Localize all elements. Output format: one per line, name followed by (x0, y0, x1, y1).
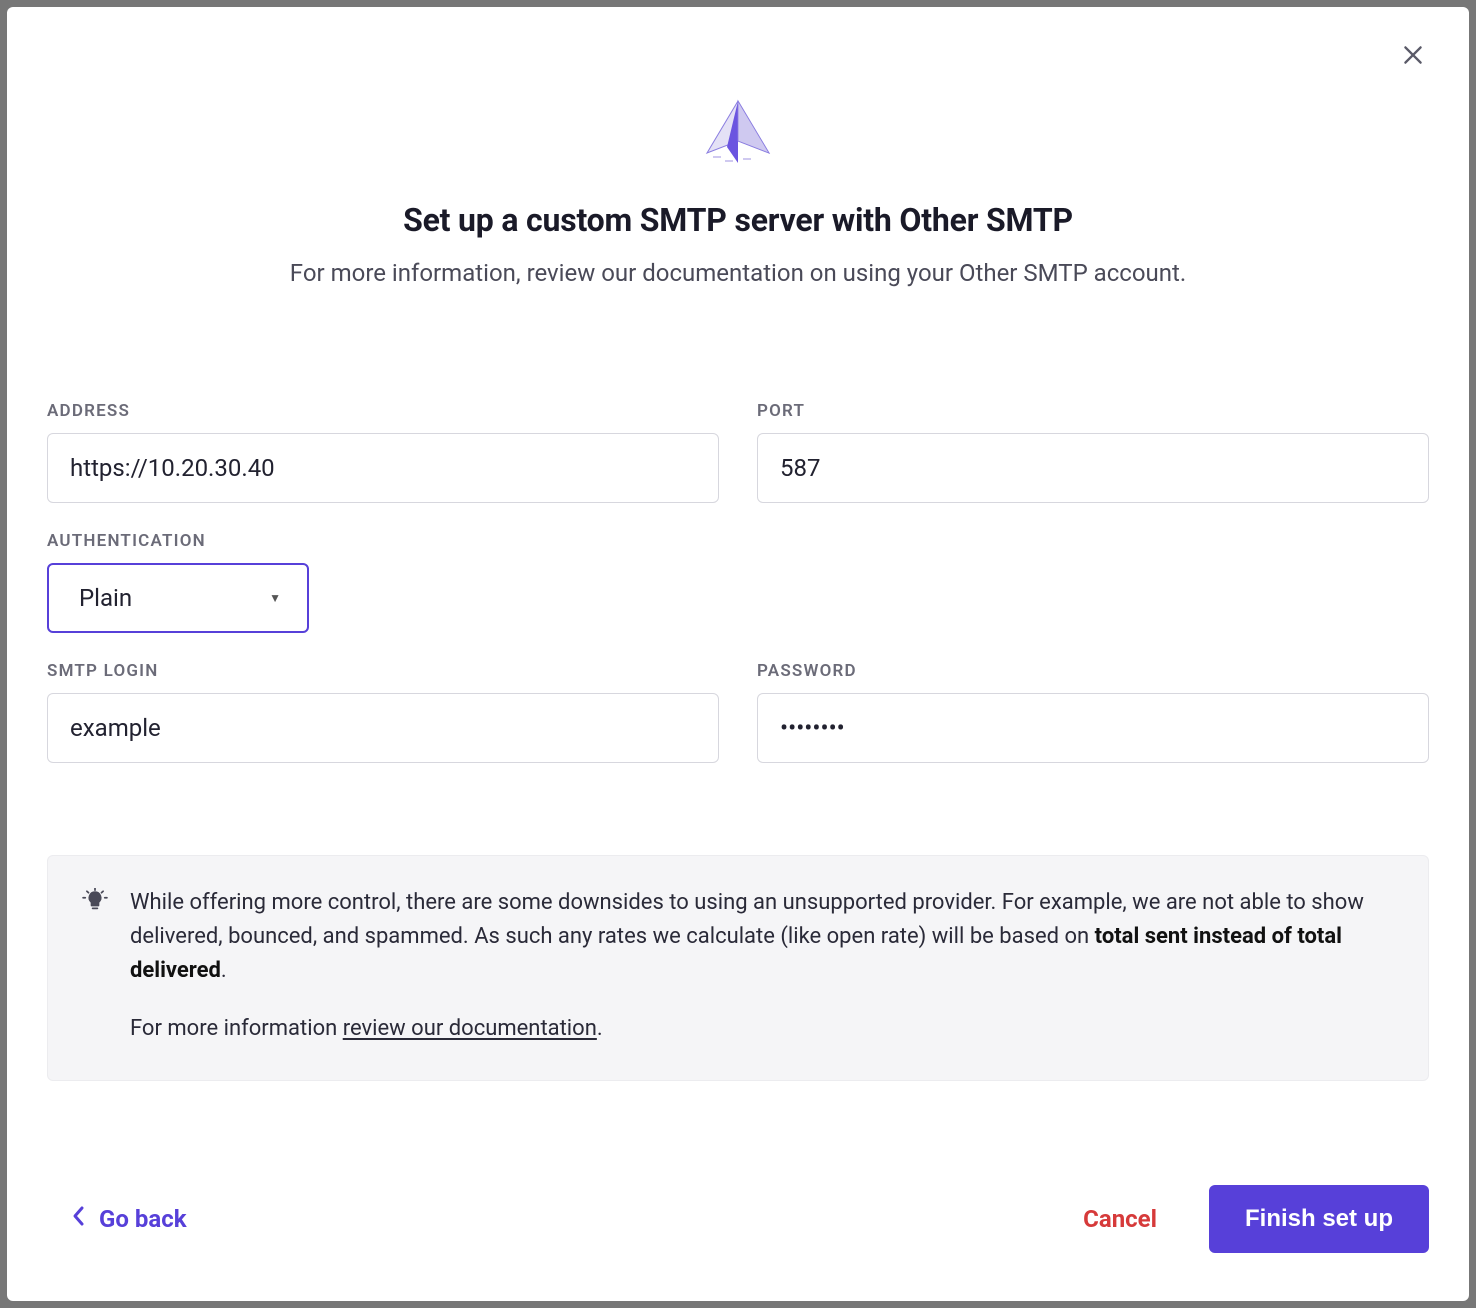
port-input[interactable] (757, 433, 1429, 503)
footer-actions: Cancel Finish set up (1067, 1185, 1429, 1253)
authentication-label: AUTHENTICATION (47, 531, 1429, 551)
lightbulb-icon (82, 888, 108, 1046)
info-callout: While offering more control, there are s… (47, 855, 1429, 1081)
form: ADDRESS PORT AUTHENTICATION Plain ▼ SMTP… (47, 401, 1429, 763)
modal-subtitle: For more information, review our documen… (47, 257, 1429, 291)
password-label: PASSWORD (757, 661, 1429, 681)
chevron-left-icon (71, 1205, 85, 1233)
cancel-label: Cancel (1083, 1205, 1157, 1233)
info-text: While offering more control, there are s… (130, 886, 1394, 1046)
go-back-button[interactable]: Go back (51, 1195, 207, 1243)
modal-content: Set up a custom SMTP server with Other S… (7, 7, 1469, 1145)
port-label: PORT (757, 401, 1429, 421)
info-paragraph-2: For more information review our document… (130, 1012, 1394, 1046)
authentication-select[interactable]: Plain (47, 563, 309, 633)
info-p1-after: . (221, 958, 227, 983)
address-label: ADDRESS (47, 401, 719, 421)
close-button[interactable] (1395, 39, 1431, 75)
close-icon (1400, 42, 1426, 72)
address-input[interactable] (47, 433, 719, 503)
go-back-label: Go back (99, 1205, 187, 1233)
address-field-group: ADDRESS (47, 401, 719, 503)
smtp-login-label: SMTP LOGIN (47, 661, 719, 681)
modal-title: Set up a custom SMTP server with Other S… (47, 201, 1429, 239)
paper-plane-icon (703, 97, 773, 167)
authentication-select-wrap: Plain ▼ (47, 563, 309, 633)
info-paragraph-1: While offering more control, there are s… (130, 886, 1394, 988)
info-p2-before: For more information (130, 1016, 343, 1041)
cancel-button[interactable]: Cancel (1067, 1193, 1173, 1245)
password-input[interactable] (757, 693, 1429, 763)
header-icon-wrap (47, 97, 1429, 167)
modal-footer: Go back Cancel Finish set up (7, 1145, 1469, 1301)
port-field-group: PORT (757, 401, 1429, 503)
finish-label: Finish set up (1245, 1205, 1393, 1232)
finish-setup-button[interactable]: Finish set up (1209, 1185, 1429, 1253)
smtp-setup-modal: Set up a custom SMTP server with Other S… (7, 7, 1469, 1301)
smtp-login-field-group: SMTP LOGIN (47, 661, 719, 763)
password-field-group: PASSWORD (757, 661, 1429, 763)
documentation-link[interactable]: review our documentation (343, 1016, 597, 1041)
info-p2-after: . (597, 1016, 603, 1041)
smtp-login-input[interactable] (47, 693, 719, 763)
authentication-field-group: AUTHENTICATION Plain ▼ (47, 531, 1429, 633)
